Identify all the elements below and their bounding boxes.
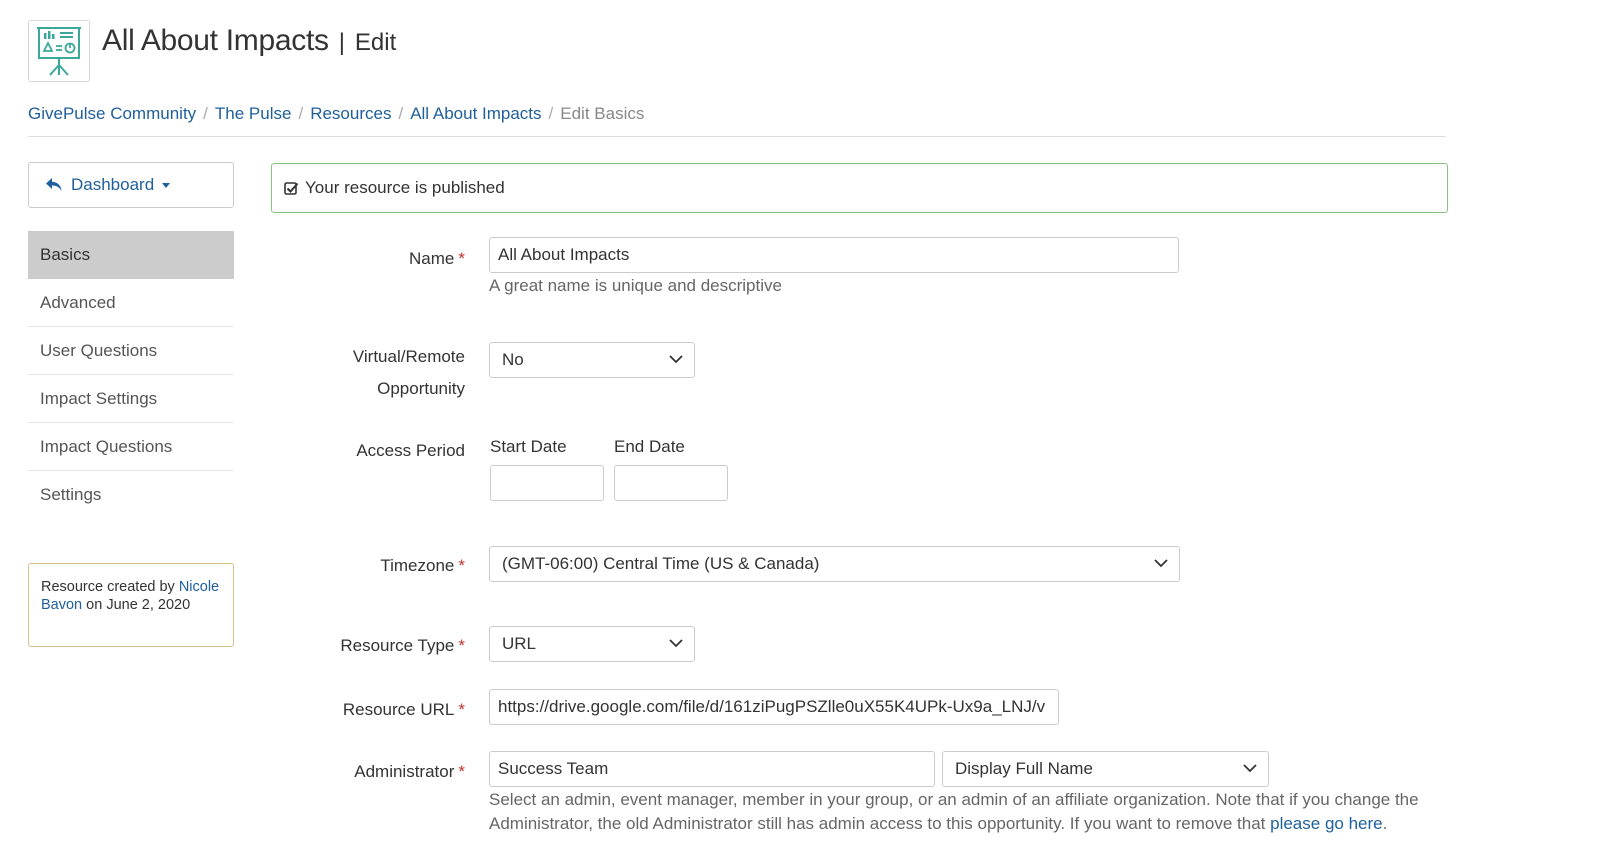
chevron-down-icon — [669, 639, 683, 648]
breadcrumb-separator: / — [548, 104, 554, 123]
sidebar-item-label: Impact Questions — [40, 437, 173, 456]
dashboard-button[interactable]: Dashboard — [28, 162, 234, 208]
help-period: . — [1382, 814, 1388, 833]
resource-type-value: URL — [502, 634, 537, 653]
created-suffix: on June 2, 2020 — [86, 597, 191, 613]
chevron-down-icon — [669, 355, 683, 364]
resource-type-label: Resource Type * — [215, 630, 465, 662]
administrator-help-text: Administrator, the old Administrator sti… — [489, 814, 1266, 833]
timezone-text: Timezone — [380, 556, 455, 575]
name-label: Name * — [215, 243, 465, 275]
breadcrumb-the-pulse[interactable]: The Pulse — [215, 104, 292, 123]
sidebar-item-label: Advanced — [40, 293, 116, 312]
dashboard-label: Dashboard — [71, 175, 155, 194]
end-date-label: End Date — [614, 437, 685, 456]
sidebar-nav: Basics Advanced User Questions Impact Se… — [28, 231, 234, 519]
administrator-label: Administrator * — [215, 756, 465, 788]
administrator-text: Administrator — [354, 762, 455, 781]
name-label-text: Name — [409, 249, 455, 268]
resource-url-input[interactable]: https://drive.google.com/file/d/161ziPug… — [489, 689, 1059, 725]
please-go-here-link[interactable]: please go here — [1270, 814, 1382, 833]
sidebar-item-label: Impact Settings — [40, 389, 158, 408]
timezone-value: (GMT-06:00) Central Time (US & Canada) — [502, 554, 820, 573]
breadcrumb-separator: / — [298, 104, 304, 123]
resource-logo — [28, 20, 90, 82]
breadcrumb-all-about-impacts[interactable]: All About Impacts — [410, 104, 541, 123]
required-mark: * — [458, 700, 465, 719]
required-mark: * — [458, 762, 465, 781]
virtual-remote-label: Virtual/Remote — [215, 341, 465, 373]
resource-type-select[interactable]: URL — [489, 626, 695, 662]
chevron-down-icon — [1243, 764, 1257, 773]
sidebar-item-impact-questions[interactable]: Impact Questions — [28, 423, 234, 471]
sidebar-item-settings[interactable]: Settings — [28, 471, 234, 519]
breadcrumb: GivePulse Community / The Pulse / Resources /… — [28, 104, 1446, 137]
breadcrumb-separator: / — [203, 104, 208, 123]
caret-down-icon — [162, 182, 171, 188]
sidebar-item-impact-settings[interactable]: Impact Settings — [28, 375, 234, 423]
page-header: All About Impacts | Edit — [28, 20, 396, 82]
display-name-select[interactable]: Display Full Name — [942, 751, 1269, 787]
opportunity-label: Opportunity — [215, 373, 465, 405]
breadcrumb-resources[interactable]: Resources — [310, 104, 391, 123]
published-alert: Your resource is published — [271, 163, 1448, 213]
start-date-label: Start Date — [490, 437, 567, 456]
timezone-label: Timezone * — [215, 550, 465, 582]
created-prefix: Resource created by — [41, 579, 175, 595]
breadcrumb-givepulse-community[interactable]: GivePulse Community — [28, 104, 196, 123]
display-name-value: Display Full Name — [955, 759, 1093, 778]
end-date-input[interactable] — [614, 465, 728, 501]
start-date-input[interactable] — [490, 465, 604, 501]
breadcrumb-current: Edit Basics — [560, 104, 645, 123]
sidebar-item-basics[interactable]: Basics — [28, 231, 234, 279]
sidebar-item-user-questions[interactable]: User Questions — [28, 327, 234, 375]
required-mark: * — [458, 249, 465, 268]
resource-url-label: Resource URL * — [215, 694, 465, 726]
timezone-select[interactable]: (GMT-06:00) Central Time (US & Canada) — [489, 546, 1180, 582]
virtual-remote-value: No — [502, 350, 524, 369]
breadcrumb-separator: / — [398, 104, 404, 123]
page-subtitle: Edit — [354, 29, 397, 56]
reply-arrow-icon — [46, 178, 62, 191]
title-separator: | — [338, 29, 345, 56]
administrator-help-line2: Administrator, the old Administrator sti… — [489, 814, 1387, 834]
administrator-help-line1: Select an admin, event manager, member i… — [489, 790, 1419, 809]
presentation-board-icon — [37, 27, 81, 76]
access-period-label: Access Period — [215, 435, 465, 467]
alert-text: Your resource is published — [305, 178, 505, 197]
virtual-label-line1: Virtual/Remote — [352, 347, 465, 366]
page-title: All About Impacts — [102, 24, 329, 57]
checkbox-checked-icon — [284, 181, 299, 196]
resource-url-text: Resource URL — [342, 700, 455, 719]
sidebar-item-advanced[interactable]: Advanced — [28, 279, 234, 327]
sidebar-item-label: User Questions — [40, 341, 158, 360]
administrator-input[interactable]: Success Team — [489, 751, 935, 787]
sidebar-item-label: Settings — [40, 485, 102, 504]
created-by-box: Resource created by Nicole Bavon on June… — [28, 563, 234, 647]
name-input[interactable]: All About Impacts — [489, 237, 1179, 273]
chevron-down-icon — [1154, 559, 1168, 568]
name-help: A great name is unique and descriptive — [489, 276, 782, 295]
virtual-label-line2: Opportunity — [377, 379, 465, 398]
virtual-remote-select[interactable]: No — [489, 342, 695, 378]
sidebar-item-label: Basics — [40, 245, 91, 264]
resource-type-text: Resource Type — [340, 636, 455, 655]
required-mark: * — [458, 556, 465, 575]
required-mark: * — [458, 636, 465, 655]
access-period-text: Access Period — [356, 441, 465, 460]
